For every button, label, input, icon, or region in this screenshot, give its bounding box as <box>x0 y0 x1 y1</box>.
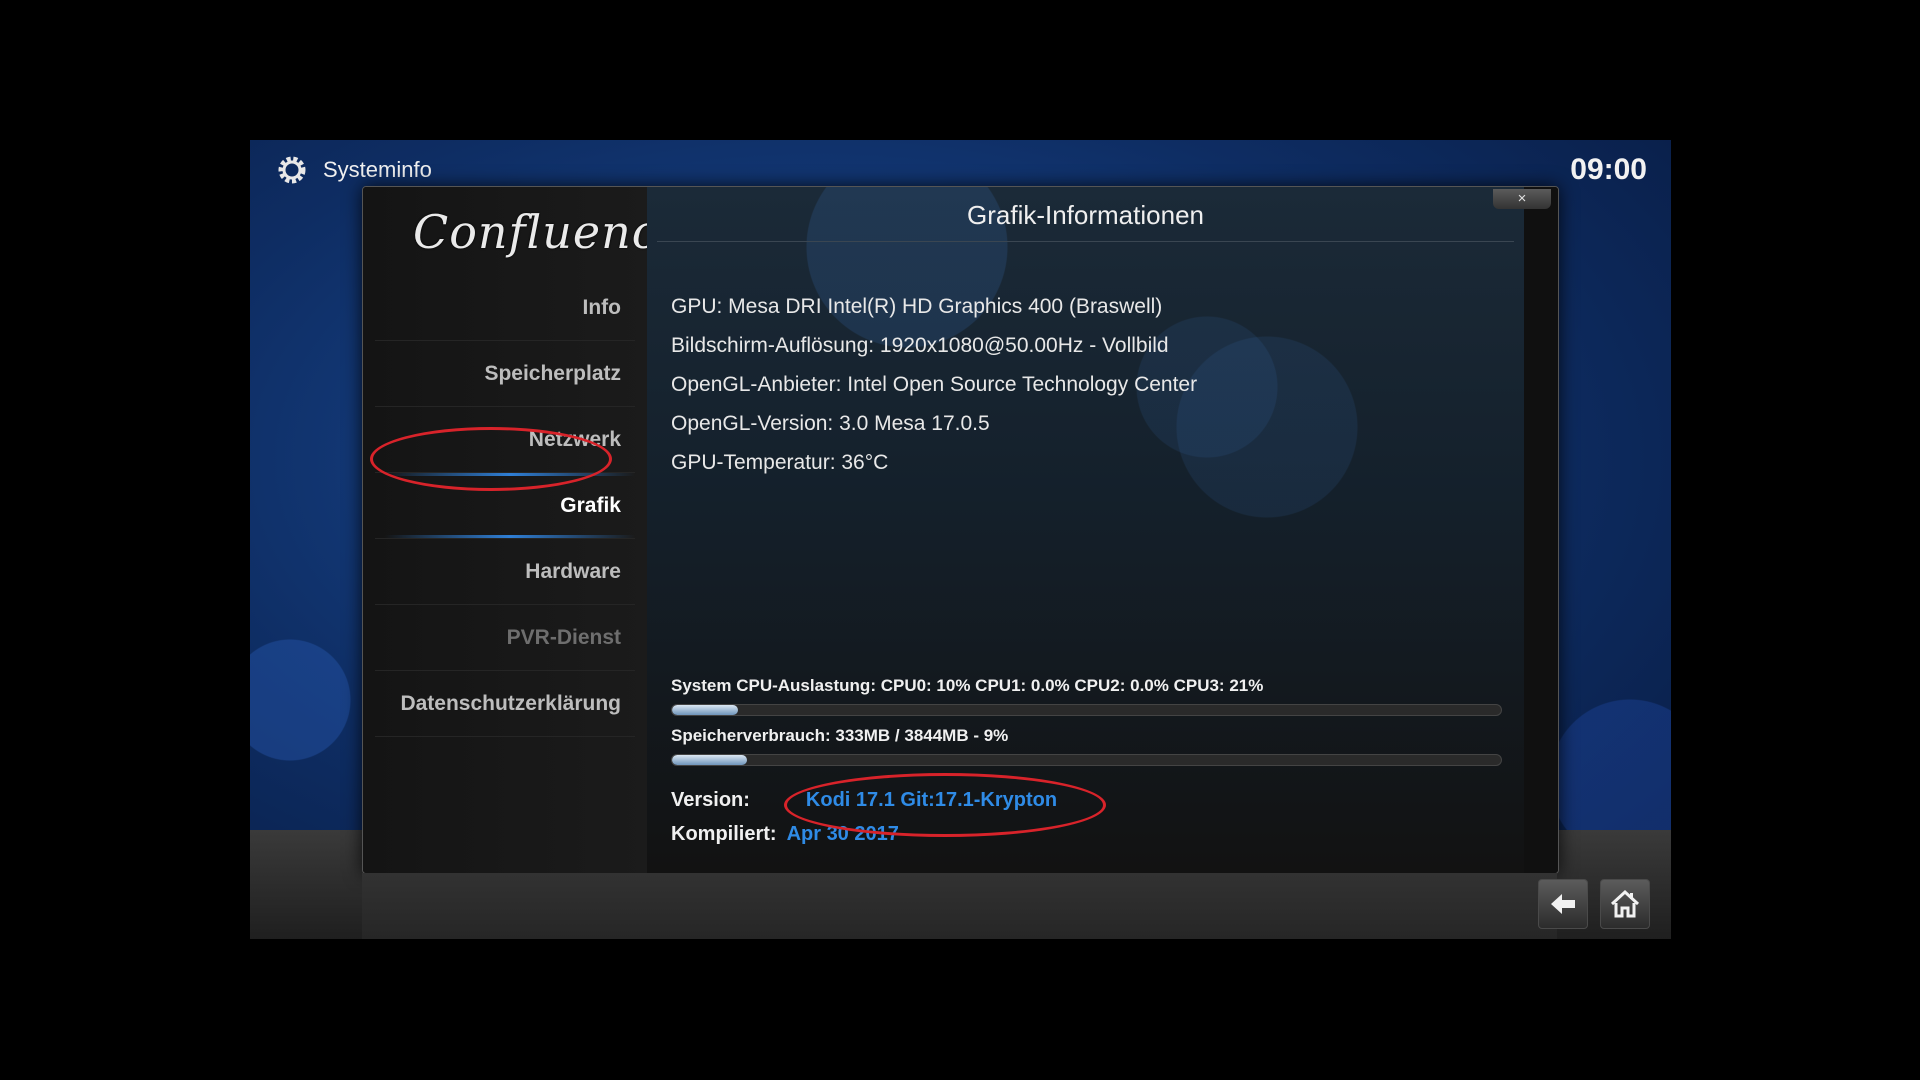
home-icon <box>1610 889 1640 918</box>
clock: 09:00 <box>1570 153 1647 186</box>
close-button[interactable]: × <box>1493 189 1551 209</box>
compiled-label: Kompiliert: <box>671 823 777 845</box>
scroll-strip <box>1524 187 1558 873</box>
sidebar-menu: Info Speicherplatz Netzwerk Grafik Hardw… <box>375 275 635 737</box>
sidebar: Confluence Info Speicherplatz Netzwerk G… <box>363 187 687 873</box>
gpu-temperature-line: GPU-Temperatur: 36°C <box>671 451 889 474</box>
confluence-logo: Confluence <box>413 205 687 259</box>
gear-icon <box>278 156 306 184</box>
home-button[interactable] <box>1600 879 1650 929</box>
dialog-title: Grafik-Informationen <box>967 200 1204 230</box>
memory-usage-fill <box>672 755 747 765</box>
sidebar-item-pvr-dienst[interactable]: PVR-Dienst <box>375 605 635 671</box>
sidebar-item-hardware[interactable]: Hardware <box>375 539 635 605</box>
back-arrow-icon <box>1551 894 1575 914</box>
gpu-temperature-highlight <box>370 427 612 491</box>
opengl-vendor-line: OpenGL-Anbieter: Intel Open Source Techn… <box>671 373 1198 396</box>
sidebar-item-speicherplatz[interactable]: Speicherplatz <box>375 341 635 407</box>
sidebar-item-info[interactable]: Info <box>375 275 635 341</box>
memory-usage-label: Speicherverbrauch: 333MB / 3844MB - 9% <box>671 726 1009 745</box>
sidebar-item-datenschutzerklaerung[interactable]: Datenschutzerklärung <box>375 671 635 737</box>
version-highlight <box>784 773 1106 837</box>
graphics-info-list: GPU: Mesa DRI Intel(R) HD Graphics 400 (… <box>671 287 1197 482</box>
cpu-usage-label: System CPU-Auslastung: CPU0: 10% CPU1: 0… <box>671 676 1264 695</box>
window-title: Systeminfo <box>323 157 432 182</box>
content-panel: Grafik-Informationen GPU: Mesa DRI Intel… <box>647 187 1524 873</box>
resolution-line: Bildschirm-Auflösung: 1920x1080@50.00Hz … <box>671 334 1169 357</box>
back-button[interactable] <box>1538 879 1588 929</box>
title-divider <box>657 241 1514 242</box>
close-icon: × <box>1517 190 1527 207</box>
memory-usage-bar <box>671 754 1502 766</box>
system-info-dialog: Confluence Info Speicherplatz Netzwerk G… <box>362 186 1559 874</box>
opengl-version-line: OpenGL-Version: 3.0 Mesa 17.0.5 <box>671 412 990 435</box>
cpu-usage-bar <box>671 704 1502 716</box>
cpu-usage-fill <box>672 705 739 715</box>
version-label: Version: <box>671 789 750 811</box>
kodi-screen: Systeminfo 09:00 Confluence Info Speiche… <box>250 140 1671 939</box>
gpu-line: GPU: Mesa DRI Intel(R) HD Graphics 400 (… <box>671 295 1163 318</box>
dialog-footer <box>362 873 1557 939</box>
